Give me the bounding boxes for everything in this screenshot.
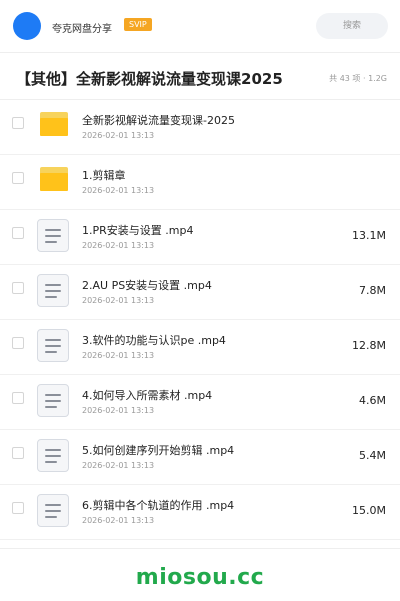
file-icon	[37, 439, 69, 472]
folder-icon	[40, 167, 68, 191]
item-size: 12.8M	[352, 339, 386, 352]
checkbox[interactable]	[12, 337, 24, 349]
item-date: 2026-02-01 13:13	[82, 296, 155, 305]
folder-icon	[40, 112, 68, 136]
item-date: 2026-02-01 13:13	[82, 406, 155, 415]
item-date: 2026-02-01 13:13	[82, 461, 155, 470]
item-name: 2.AU PS安装与设置 .mp4	[82, 279, 212, 292]
list-item[interactable]: 4.如何导入所需素材 .mp4 2026-02-01 13:13 4.6M	[0, 375, 400, 430]
item-name: 5.如何创建序列开始剪辑 .mp4	[82, 444, 235, 457]
list-item[interactable]: 6.剪辑中各个轨道的作用 .mp4 2026-02-01 13:13 15.0M	[0, 485, 400, 540]
item-size: 4.6M	[359, 394, 386, 407]
search-input[interactable]: 搜索	[316, 13, 388, 39]
page-title: 【其他】全新影视解说流量变现课2025	[16, 70, 283, 88]
file-list: 全新影视解说流量变现课-2025 2026-02-01 13:13 1.剪辑章 202…	[0, 100, 400, 540]
list-item[interactable]: 全新影视解说流量变现课-2025 2026-02-01 13:13	[0, 100, 400, 155]
list-item[interactable]: 1.剪辑章 2026-02-01 13:13	[0, 155, 400, 210]
avatar[interactable]	[13, 12, 41, 40]
checkbox[interactable]	[12, 447, 24, 459]
checkbox[interactable]	[12, 392, 24, 404]
item-name: 4.如何导入所需素材 .mp4	[82, 389, 213, 402]
checkbox[interactable]	[12, 502, 24, 514]
list-item[interactable]: 2.AU PS安装与设置 .mp4 2026-02-01 13:13 7.8M	[0, 265, 400, 320]
item-name: 3.软件的功能与认识pe .mp4	[82, 334, 226, 347]
item-name: 全新影视解说流量变现课-2025	[82, 114, 235, 127]
item-date: 2026-02-01 13:13	[82, 516, 155, 525]
title-row: 【其他】全新影视解说流量变现课2025 共 43 项 · 1.2G	[0, 53, 400, 100]
checkbox[interactable]	[12, 227, 24, 239]
checkbox[interactable]	[12, 117, 24, 129]
file-icon	[37, 219, 69, 252]
item-date: 2026-02-01 13:13	[82, 131, 155, 140]
item-size: 5.4M	[359, 449, 386, 462]
app-name: 夸克网盘分享	[52, 24, 112, 35]
item-name: 1.剪辑章	[82, 169, 126, 182]
file-icon	[37, 329, 69, 362]
list-item[interactable]: 5.如何创建序列开始剪辑 .mp4 2026-02-01 13:13 5.4M	[0, 430, 400, 485]
list-item[interactable]: 3.软件的功能与认识pe .mp4 2026-02-01 13:13 12.8M	[0, 320, 400, 375]
svip-badge: SVIP	[124, 18, 152, 31]
item-size: 7.8M	[359, 284, 386, 297]
header: 夸克网盘分享 SVIP 搜索	[0, 0, 400, 53]
file-icon	[37, 384, 69, 417]
item-size: 15.0M	[352, 504, 386, 517]
checkbox[interactable]	[12, 282, 24, 294]
item-date: 2026-02-01 13:13	[82, 351, 155, 360]
item-count-size: 共 43 项 · 1.2G	[329, 74, 387, 83]
item-name: 6.剪辑中各个轨道的作用 .mp4	[82, 499, 235, 512]
file-icon	[37, 274, 69, 307]
list-item[interactable]: 1.PR安装与设置 .mp4 2026-02-01 13:13 13.1M	[0, 210, 400, 265]
item-name: 1.PR安装与设置 .mp4	[82, 224, 194, 237]
item-size: 13.1M	[352, 229, 386, 242]
item-date: 2026-02-01 13:13	[82, 241, 155, 250]
footer: miosou.cc	[0, 548, 400, 601]
watermark: miosou.cc	[135, 565, 265, 590]
file-icon	[37, 494, 69, 527]
item-date: 2026-02-01 13:13	[82, 186, 155, 195]
checkbox[interactable]	[12, 172, 24, 184]
